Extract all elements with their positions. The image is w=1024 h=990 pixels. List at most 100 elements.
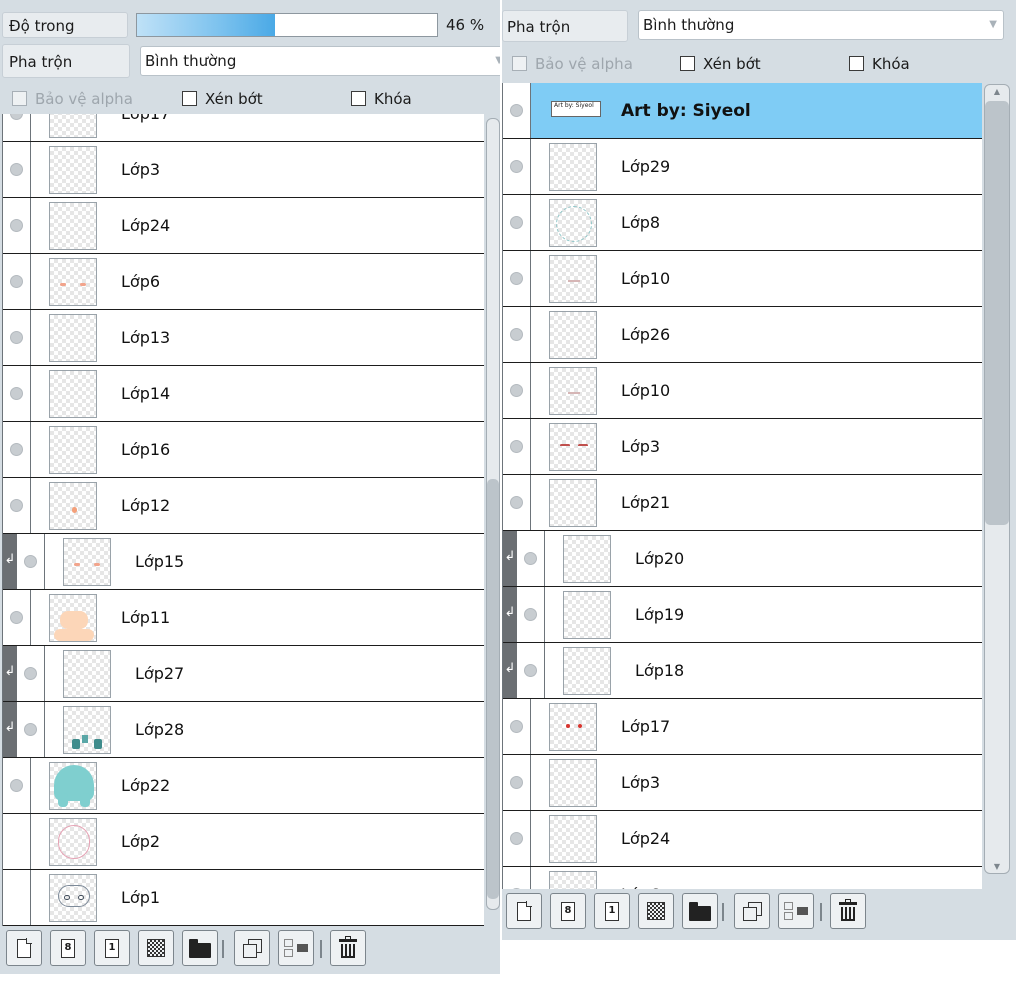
new-8bit-layer-button[interactable]: 8 [50, 930, 86, 966]
blend-mode-select[interactable]: Bình thường ▼ [638, 10, 1004, 40]
scrollbar-thumb[interactable] [487, 479, 499, 899]
visibility-toggle[interactable] [503, 475, 531, 530]
layer-row[interactable]: Lớp13 [3, 310, 484, 366]
new-folder-button[interactable] [682, 893, 718, 929]
scrollbar-thumb[interactable] [985, 101, 1009, 525]
new-1bit-layer-button[interactable]: 1 [94, 930, 130, 966]
layer-row[interactable]: Lớp17 [3, 114, 484, 142]
new-folder-button[interactable] [182, 930, 218, 966]
layer-row[interactable]: Lớp24 [503, 811, 982, 867]
duplicate-layer-button[interactable] [734, 893, 770, 929]
visibility-toggle[interactable] [3, 758, 31, 813]
duplicate-layer-button[interactable] [234, 930, 270, 966]
scroll-up-arrow-icon[interactable]: ▲ [985, 87, 1009, 96]
visibility-toggle[interactable] [503, 755, 531, 810]
layer-row[interactable]: Lớp10 [503, 251, 982, 307]
layer-row[interactable]: Lớp3 [3, 142, 484, 198]
protect-alpha-checkbox[interactable]: Bảo vệ alpha [512, 52, 633, 76]
clip-checkbox[interactable]: Xén bớt [680, 52, 761, 76]
layer-name: Lớp26 [621, 325, 671, 344]
visibility-toggle[interactable] [3, 478, 31, 533]
visibility-toggle[interactable] [17, 702, 45, 757]
layer-row[interactable]: Lớp6 [503, 867, 982, 889]
visibility-toggle[interactable] [503, 811, 531, 866]
visibility-toggle[interactable] [503, 195, 531, 250]
visibility-toggle[interactable] [517, 643, 545, 698]
layer-row[interactable]: Lớp16 [3, 422, 484, 478]
lock-checkbox[interactable]: Khóa [351, 87, 412, 111]
thumb-paint [94, 563, 100, 566]
layer-row[interactable]: Lớp24 [3, 198, 484, 254]
visibility-toggle[interactable] [503, 699, 531, 754]
layer-row[interactable]: Art by: Siyeol Art by: Siyeol [503, 83, 982, 139]
visibility-toggle[interactable] [3, 590, 31, 645]
visibility-toggle[interactable] [3, 310, 31, 365]
eye-icon [24, 555, 37, 568]
merge-layer-button[interactable] [278, 930, 314, 966]
new-1bit-layer-button[interactable]: 1 [594, 893, 630, 929]
scroll-down-arrow-icon[interactable]: ▼ [985, 862, 1009, 871]
visibility-toggle[interactable] [503, 83, 531, 138]
toolbar-separator [222, 940, 224, 958]
visibility-toggle[interactable] [503, 139, 531, 194]
delete-layer-button[interactable] [830, 893, 866, 929]
clip-checkbox[interactable]: Xén bớt [182, 87, 263, 111]
layer-row[interactable]: ↲ Lớp27 [3, 646, 484, 702]
merge-layer-button[interactable] [778, 893, 814, 929]
layer-row[interactable]: Lớp2 [3, 814, 484, 870]
layer-row[interactable]: Lớp10 [503, 363, 982, 419]
layer-row[interactable]: ↲ Lớp18 [503, 643, 982, 699]
delete-layer-button[interactable] [330, 930, 366, 966]
visibility-toggle[interactable] [503, 307, 531, 362]
visibility-toggle[interactable] [3, 870, 31, 925]
protect-alpha-checkbox[interactable]: Bảo vệ alpha [12, 87, 133, 111]
opacity-slider[interactable] [136, 13, 438, 37]
new-raster-layer-button[interactable] [6, 930, 42, 966]
lock-checkbox[interactable]: Khóa [849, 52, 910, 76]
visibility-toggle[interactable] [3, 366, 31, 421]
layer-row[interactable]: Lớp17 [503, 699, 982, 755]
layer-row[interactable]: Lớp3 [503, 755, 982, 811]
new-raster-layer-icon [517, 900, 532, 921]
layer-list-scrollbar[interactable] [486, 118, 500, 910]
visibility-toggle[interactable] [3, 198, 31, 253]
visibility-toggle[interactable] [3, 422, 31, 477]
visibility-toggle[interactable] [503, 419, 531, 474]
visibility-toggle[interactable] [17, 646, 45, 701]
layer-row[interactable]: ↲ Lớp20 [503, 531, 982, 587]
new-tone-layer-button[interactable] [638, 893, 674, 929]
layer-thumbnail [549, 311, 597, 359]
visibility-toggle[interactable] [503, 363, 531, 418]
eye-icon [24, 723, 37, 736]
visibility-toggle[interactable] [517, 531, 545, 586]
visibility-toggle[interactable] [3, 814, 31, 869]
new-raster-layer-button[interactable] [506, 893, 542, 929]
layer-name: Lớp10 [621, 269, 671, 288]
visibility-toggle[interactable] [517, 587, 545, 642]
layer-row[interactable]: ↲ Lớp28 [3, 702, 484, 758]
layer-row[interactable]: Lớp14 [3, 366, 484, 422]
layer-thumbnail [63, 706, 111, 754]
layer-row[interactable]: Lớp1 [3, 870, 484, 926]
layer-row[interactable]: Lớp6 [3, 254, 484, 310]
visibility-toggle[interactable] [503, 251, 531, 306]
visibility-toggle[interactable] [3, 142, 31, 197]
new-8bit-layer-button[interactable]: 8 [550, 893, 586, 929]
visibility-toggle[interactable] [3, 114, 31, 141]
layer-row[interactable]: ↲ Lớp19 [503, 587, 982, 643]
layer-row[interactable]: Lớp26 [503, 307, 982, 363]
layer-row[interactable]: Lớp21 [503, 475, 982, 531]
layer-row[interactable]: Lớp22 [3, 758, 484, 814]
layer-row[interactable]: Lớp11 [3, 590, 484, 646]
layer-row[interactable]: ↲ Lớp15 [3, 534, 484, 590]
new-tone-layer-button[interactable] [138, 930, 174, 966]
layer-list-scrollbar[interactable]: ▲ ▼ [984, 84, 1010, 874]
visibility-toggle[interactable] [3, 254, 31, 309]
layer-row[interactable]: Lớp12 [3, 478, 484, 534]
layer-row[interactable]: Lớp8 [503, 195, 982, 251]
layer-row[interactable]: Lớp3 [503, 419, 982, 475]
visibility-toggle[interactable] [503, 867, 531, 889]
layer-row[interactable]: Lớp29 [503, 139, 982, 195]
blend-mode-select[interactable]: Bình thường ▼ [140, 46, 500, 76]
visibility-toggle[interactable] [17, 534, 45, 589]
